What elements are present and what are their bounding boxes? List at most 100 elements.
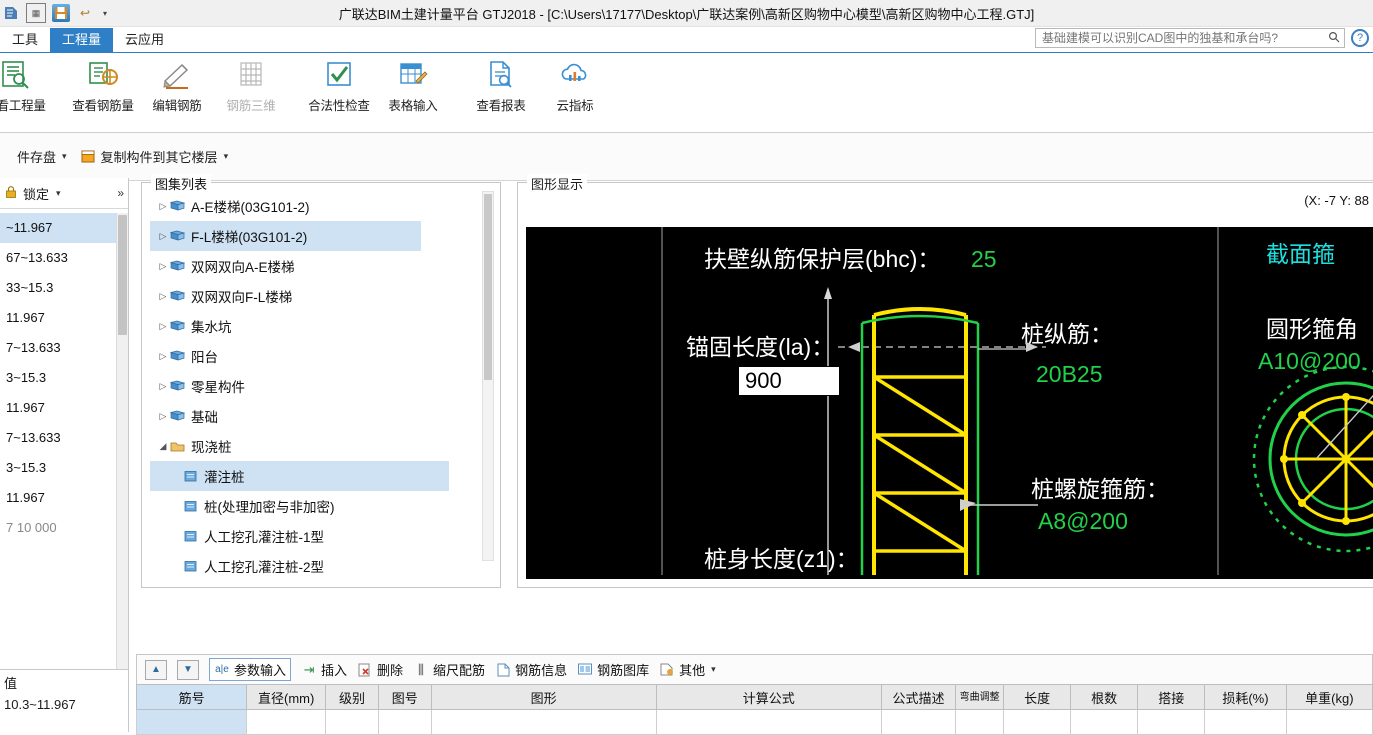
column-header-rebar-no[interactable]: 筋号 <box>135 684 248 710</box>
column-header-count[interactable]: 根数 <box>1070 684 1139 710</box>
list-item[interactable]: 7~13.633 <box>0 333 128 363</box>
scale-rebar-button[interactable]: ⫼ 缩尺配筋 <box>413 660 485 679</box>
ribbon-button-rebar-3d[interactable]: 钢筋三维 <box>214 53 288 114</box>
move-down-icon[interactable]: ▼ <box>177 659 199 680</box>
chevron-down-icon[interactable]: ▾ <box>711 664 716 675</box>
toolbar-save-component[interactable]: 件存盘 ▾ <box>0 145 70 168</box>
chevron-right-icon[interactable]: ▷ <box>156 381 170 392</box>
list-item[interactable]: 11.967 <box>0 483 128 513</box>
menu-item-cloud[interactable]: 云应用 <box>113 28 176 52</box>
tree-item-双网双向a-e[interactable]: ▷ 双网双向A-E楼梯 <box>150 251 500 281</box>
chevron-down-icon[interactable]: ▾ <box>100 4 110 22</box>
tree-item-a-e-stair[interactable]: ▷ A-E楼梯(03G101-2) <box>150 191 500 221</box>
table-cell[interactable] <box>955 709 1005 735</box>
column-header-lap[interactable]: 搭接 <box>1137 684 1206 710</box>
menu-item-tools[interactable]: 工具 <box>0 28 50 52</box>
chevron-right-icon[interactable]: ▷ <box>156 411 170 422</box>
list-item[interactable]: ~11.967 <box>0 213 128 243</box>
tree-item-manual-pile-2[interactable]: 人工挖孔灌注桩-2型 <box>150 551 500 581</box>
list-item[interactable]: 7~13.633 <box>0 423 128 453</box>
tree-item-双网双向f-l[interactable]: ▷ 双网双向F-L楼梯 <box>150 281 500 311</box>
tree-item-balcony[interactable]: ▷ 阳台 <box>150 341 500 371</box>
chevron-down-icon[interactable]: ▾ <box>62 151 67 162</box>
list-item[interactable]: 33~15.3 <box>0 273 128 303</box>
chevron-right-icon[interactable]: ▷ <box>156 231 170 242</box>
table-cell[interactable] <box>325 709 379 735</box>
list-item[interactable]: 67~13.633 <box>0 243 128 273</box>
ribbon-button-validity-check[interactable]: 合法性检查 <box>302 53 376 114</box>
chevron-right-icon[interactable]: ▷ <box>156 351 170 362</box>
ribbon-button-rebar-quantity[interactable]: 查看钢筋量 <box>66 53 140 114</box>
help-icon[interactable]: ? <box>1351 29 1369 47</box>
table-cell[interactable] <box>1204 709 1287 735</box>
column-header-length[interactable]: 长度 <box>1003 684 1072 710</box>
chevron-down-icon[interactable]: ◢ <box>156 441 170 452</box>
list-item[interactable]: 11.967 <box>0 393 128 423</box>
chevron-right-icon[interactable]: ▷ <box>156 201 170 212</box>
column-header-figure-no[interactable]: 图号 <box>377 684 432 710</box>
search-icon[interactable] <box>1328 31 1340 46</box>
tree-item-misc-component[interactable]: ▷ 零星构件 <box>150 371 500 401</box>
chevron-down-icon[interactable]: ▾ <box>56 188 61 199</box>
param-input-button[interactable]: a|e 参数输入 <box>209 658 292 681</box>
insert-button[interactable]: ⇥ 插入 <box>301 660 347 679</box>
ribbon-button-edit-rebar[interactable]: 编辑钢筋 <box>140 53 214 114</box>
column-header-formula[interactable]: 计算公式 <box>655 684 882 710</box>
list-item[interactable]: 7 10 000 <box>0 513 128 543</box>
tree-item-pile-densify[interactable]: 桩(处理加密与非加密) <box>150 491 500 521</box>
delete-button[interactable]: 删除 <box>357 660 403 679</box>
table-row[interactable] <box>135 709 1373 735</box>
menu-item-quantity[interactable]: 工程量 <box>50 28 114 52</box>
table-cell[interactable] <box>655 709 882 735</box>
list-item[interactable]: 3~15.3 <box>0 363 128 393</box>
grid-icon[interactable]: ▦ <box>26 3 46 23</box>
tree-item-foundation[interactable]: ▷ 基础 <box>150 401 500 431</box>
list-item[interactable]: 3~15.3 <box>0 453 128 483</box>
scrollbar-thumb[interactable] <box>118 215 127 335</box>
ribbon-button-cloud-metric[interactable]: 云指标 <box>538 53 612 114</box>
table-cell[interactable] <box>430 709 657 735</box>
lock-icon[interactable] <box>4 185 18 202</box>
column-header-bend-adjust[interactable]: 弯曲调整 <box>955 684 1005 710</box>
scrollbar-thumb[interactable] <box>484 194 492 380</box>
column-header-formula-desc[interactable]: 公式描述 <box>880 684 957 710</box>
undo-icon[interactable]: ↩ <box>76 4 94 22</box>
chevron-right-icon[interactable]: ▷ <box>156 321 170 332</box>
table-cell[interactable] <box>1003 709 1072 735</box>
rebar-info-button[interactable]: 钢筋信息 <box>495 660 567 679</box>
anchorage-length-value[interactable]: 900 <box>738 366 840 396</box>
quick-access-toolbar[interactable]: ▦ ↩ ▾ <box>0 0 110 26</box>
table-cell[interactable] <box>880 709 957 735</box>
tree-scrollbar[interactable] <box>482 191 494 561</box>
table-cell[interactable] <box>377 709 432 735</box>
rebar-table[interactable]: 筋号 直径(mm) 级别 图号 图形 计算公式 公式描述 弯曲调整 长度 根数 … <box>135 684 1373 735</box>
tree-item-sump[interactable]: ▷ 集水坑 <box>150 311 500 341</box>
column-header-diameter[interactable]: 直径(mm) <box>246 684 327 710</box>
move-up-icon[interactable]: ▲ <box>145 659 167 680</box>
search-input[interactable] <box>1040 30 1328 46</box>
column-header-loss[interactable]: 损耗(%) <box>1204 684 1287 710</box>
table-cell[interactable] <box>135 709 248 735</box>
table-cell[interactable] <box>246 709 327 735</box>
search-box[interactable] <box>1035 28 1345 48</box>
left-panel-scrollbar[interactable] <box>116 213 128 669</box>
table-cell[interactable] <box>1285 709 1373 735</box>
ribbon-button-table-input[interactable]: 表格输入 <box>376 53 450 114</box>
pin-icon[interactable]: » <box>117 186 124 200</box>
file-icon[interactable] <box>2 4 20 22</box>
table-cell[interactable] <box>1070 709 1139 735</box>
tree-item-bored-pile[interactable]: 灌注桩 <box>150 461 449 491</box>
ribbon-button-view-quantity[interactable]: 查看工程量 <box>0 53 52 114</box>
graphics-canvas[interactable]: 扶壁纵筋保护层(bhc)： 25 锚固长度(la)： 桩身长度(z1)： 桩纵筋… <box>526 227 1373 579</box>
table-cell[interactable] <box>1137 709 1206 735</box>
chevron-down-icon[interactable]: ▾ <box>224 151 229 162</box>
tree-item-f-l-stair[interactable]: ▷ F-L楼梯(03G101-2) <box>150 221 421 251</box>
save-icon[interactable] <box>52 4 70 22</box>
chevron-right-icon[interactable]: ▷ <box>156 261 170 272</box>
list-item[interactable]: 11.967 <box>0 303 128 333</box>
column-header-grade[interactable]: 级别 <box>325 684 379 710</box>
column-header-figure[interactable]: 图形 <box>430 684 657 710</box>
column-header-unit-weight[interactable]: 单重(kg) <box>1285 684 1373 710</box>
other-button[interactable]: 其他 ▾ <box>659 660 716 679</box>
atlas-tree[interactable]: ▷ A-E楼梯(03G101-2) ▷ F-L楼梯(03G101-2) ▷ 双网… <box>142 183 500 587</box>
